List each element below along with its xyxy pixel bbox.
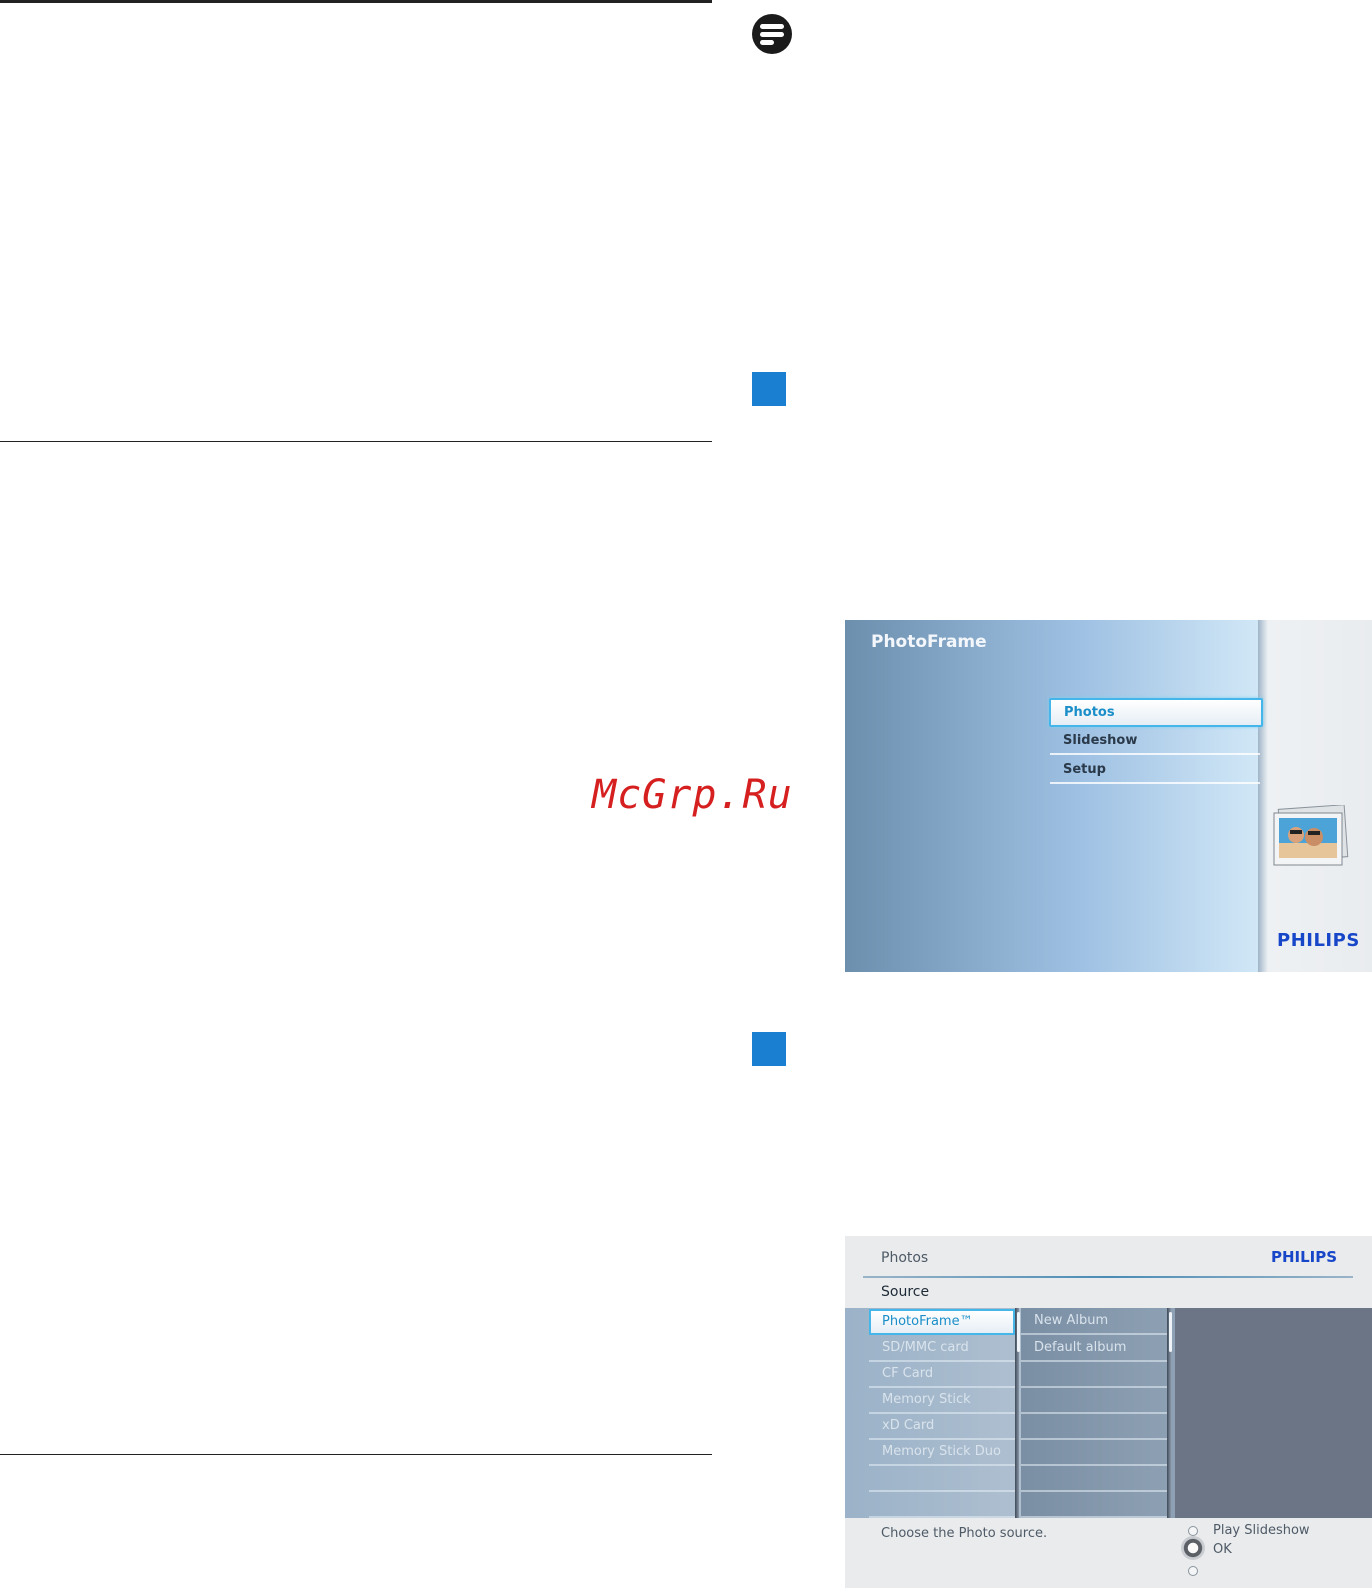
album-item-empty xyxy=(1021,1414,1167,1440)
play-indicator-icon xyxy=(1188,1526,1198,1536)
album-item-empty xyxy=(1021,1362,1167,1388)
source-item-empty xyxy=(869,1466,1015,1492)
ok-button-icon[interactable] xyxy=(1181,1536,1205,1560)
photo-album-icon xyxy=(1273,805,1349,866)
source-item-sd-mmc[interactable]: SD/MMC card xyxy=(869,1336,1015,1362)
ok-label: OK xyxy=(1213,1542,1232,1557)
top-rule xyxy=(0,0,712,3)
source-item-label: xD Card xyxy=(882,1418,935,1433)
source-item-label: PhotoFrame™ xyxy=(882,1314,973,1329)
watermark: McGrp.Ru xyxy=(592,772,793,818)
screen-title: PhotoFrame xyxy=(871,632,987,652)
source-item-label: CF Card xyxy=(882,1366,934,1381)
play-slideshow-label: Play Slideshow xyxy=(1213,1523,1310,1538)
album-item-empty xyxy=(1021,1388,1167,1414)
step-square-icon xyxy=(752,372,786,406)
source-item-xd-card[interactable]: xD Card xyxy=(869,1414,1015,1440)
album-item-empty xyxy=(1021,1466,1167,1492)
album-item-label: New Album xyxy=(1034,1313,1109,1328)
down-indicator-icon xyxy=(1188,1566,1198,1576)
photos-source-screenshot: Photos PHILIPS Source PhotoFrame™ SD/MMC… xyxy=(845,1236,1372,1588)
album-item-empty xyxy=(1021,1492,1167,1518)
section-label: Source xyxy=(881,1284,930,1300)
brand-logo: PHILIPS xyxy=(1277,930,1360,951)
note-icon xyxy=(752,14,792,54)
menu-item-setup[interactable]: Setup xyxy=(1050,757,1260,784)
source-item-empty xyxy=(869,1492,1015,1518)
album-item-empty xyxy=(1021,1440,1167,1466)
menu-item-photos[interactable]: Photos xyxy=(1049,698,1263,727)
source-item-photoframe[interactable]: PhotoFrame™ xyxy=(869,1309,1015,1335)
hint-text: Choose the Photo source. xyxy=(881,1526,1048,1541)
step-square-icon xyxy=(752,1032,786,1066)
source-item-label: Memory Stick Duo xyxy=(882,1444,1001,1459)
right-panel xyxy=(1258,620,1372,972)
album-item-label: Default album xyxy=(1034,1340,1127,1355)
album-item-default-album[interactable]: Default album xyxy=(1021,1336,1167,1362)
section-rule-1 xyxy=(0,441,712,442)
photoframe-main-menu-screenshot: PhotoFrame Photos Slideshow Setup PHILIP… xyxy=(845,620,1372,972)
menu-item-label: Slideshow xyxy=(1063,733,1138,748)
album-scrollbar[interactable] xyxy=(1169,1312,1172,1352)
source-scrollbar[interactable] xyxy=(1017,1312,1020,1352)
brand-logo: PHILIPS xyxy=(1271,1248,1338,1266)
menu-item-label: Setup xyxy=(1063,762,1106,777)
source-item-memory-stick[interactable]: Memory Stick xyxy=(869,1388,1015,1414)
source-item-memory-stick-duo[interactable]: Memory Stick Duo xyxy=(869,1440,1015,1466)
section-rule-2 xyxy=(0,1454,712,1455)
source-item-cf-card[interactable]: CF Card xyxy=(869,1362,1015,1388)
menu-item-slideshow[interactable]: Slideshow xyxy=(1050,728,1260,755)
menu-item-label: Photos xyxy=(1064,705,1115,720)
header-divider xyxy=(863,1276,1353,1278)
album-item-new-album[interactable]: New Album xyxy=(1021,1309,1167,1335)
source-item-label: SD/MMC card xyxy=(882,1340,969,1355)
screen-header: Photos xyxy=(881,1250,929,1266)
source-item-label: Memory Stick xyxy=(882,1392,971,1407)
